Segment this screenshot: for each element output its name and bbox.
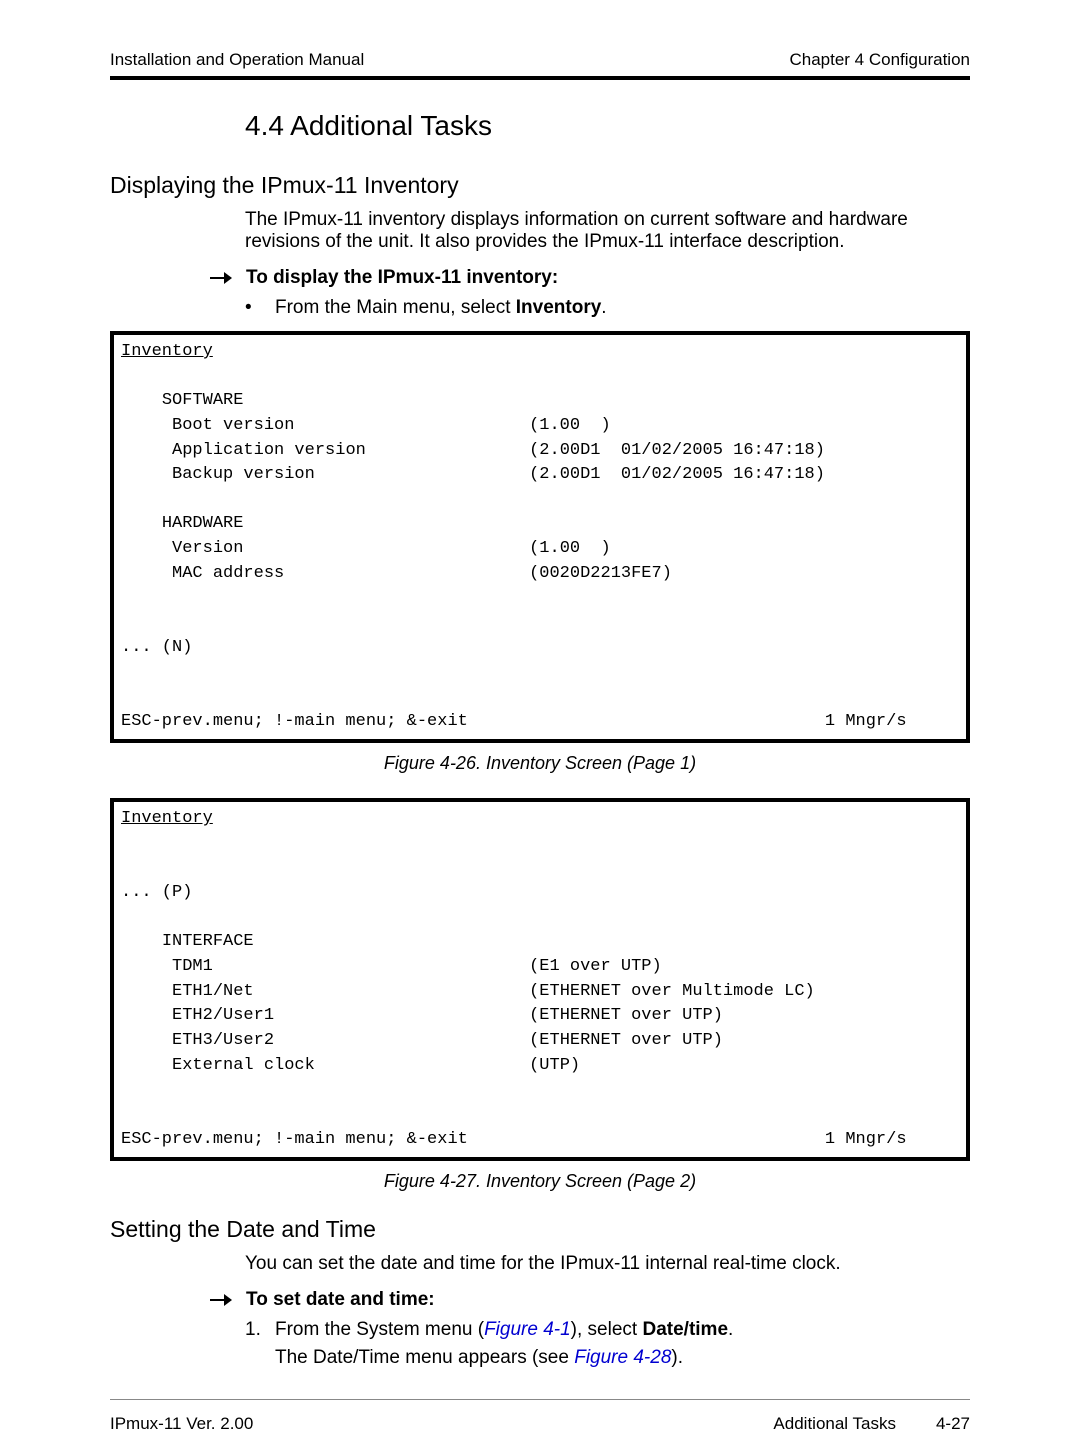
screen1-hw-ver-val: (1.00 ) bbox=[529, 539, 611, 558]
screen1-next: ... (N) bbox=[121, 638, 192, 657]
screen2-eth2-label: ETH2/User1 bbox=[172, 1006, 274, 1025]
header-right: Chapter 4 Configuration bbox=[789, 50, 970, 70]
sub2-step1-text: From the System menu (Figure 4-1), selec… bbox=[275, 1319, 733, 1341]
header-left: Installation and Operation Manual bbox=[110, 50, 364, 70]
sub2-cont-prefix: The Date/Time menu appears (see bbox=[275, 1347, 574, 1368]
sub2-arrow-line: To set date and time: bbox=[110, 1289, 970, 1311]
arrow-right-icon bbox=[210, 1293, 232, 1307]
screen2-title: Inventory bbox=[121, 809, 213, 828]
sub1-bullet: • From the Main menu, select Inventory. bbox=[110, 297, 970, 319]
screen2-iface-label: INTERFACE bbox=[162, 932, 254, 951]
screen1-footer-right: 1 Mngr/s bbox=[825, 712, 907, 731]
screen2-eth3-val: (ETHERNET over UTP) bbox=[529, 1031, 723, 1050]
sub2-para: You can set the date and time for the IP… bbox=[110, 1253, 970, 1275]
sub2-arrow-label: To set date and time: bbox=[246, 1289, 435, 1311]
screen1-footer-left: ESC-prev.menu; !-main menu; &-exit bbox=[121, 712, 468, 731]
page-footer: IPmux-11 Ver. 2.00 Additional Tasks 4-27 bbox=[110, 1414, 970, 1434]
footer-left: IPmux-11 Ver. 2.00 bbox=[110, 1414, 253, 1434]
screen2-clk-label: External clock bbox=[172, 1056, 315, 1075]
screen1-title: Inventory bbox=[121, 342, 213, 361]
bullet-icon: • bbox=[245, 297, 275, 319]
arrow-right-icon bbox=[210, 271, 232, 285]
sub2-step1-bold: Date/time bbox=[642, 1319, 728, 1340]
screen2-eth1-val: (ETHERNET over Multimode LC) bbox=[529, 982, 815, 1001]
sub1-para: The IPmux-11 inventory displays informat… bbox=[110, 209, 970, 253]
sub1-arrow-label: To display the IPmux-11 inventory: bbox=[246, 267, 558, 289]
footer-right-label: Additional Tasks bbox=[773, 1414, 896, 1434]
inventory-screen-2: Inventory ... (P) INTERFACE TDM1 (E1 ove… bbox=[110, 798, 970, 1161]
screen1-hw-ver-label: Version bbox=[172, 539, 243, 558]
screen2-clk-val: (UTP) bbox=[529, 1056, 580, 1075]
sub1-bullet-prefix: From the Main menu, select bbox=[275, 297, 516, 318]
screen1-mac-label: MAC address bbox=[172, 564, 284, 583]
footer-rule bbox=[110, 1399, 970, 1400]
page: Installation and Operation Manual Chapte… bbox=[0, 0, 1080, 1397]
screen1-mac-val: (0020D2213FE7) bbox=[529, 564, 672, 583]
sub1-bullet-text: From the Main menu, select Inventory. bbox=[275, 297, 607, 319]
screen2-tdm-val: (E1 over UTP) bbox=[529, 957, 662, 976]
screen1-boot-label: Boot version bbox=[172, 416, 294, 435]
sub2-cont-link[interactable]: Figure 4-28 bbox=[574, 1347, 671, 1368]
caption-1: Figure 4-26. Inventory Screen (Page 1) bbox=[110, 753, 970, 774]
screen1-app-val: (2.00D1 01/02/2005 16:47:18) bbox=[529, 441, 825, 460]
screen1-backup-val: (2.00D1 01/02/2005 16:47:18) bbox=[529, 465, 825, 484]
screen2-eth2-val: (ETHERNET over UTP) bbox=[529, 1006, 723, 1025]
sub2-step1-prefix: From the System menu ( bbox=[275, 1319, 484, 1340]
sub2-heading: Setting the Date and Time bbox=[110, 1216, 970, 1243]
screen2-eth1-label: ETH1/Net bbox=[172, 982, 254, 1001]
sub1-heading: Displaying the IPmux-11 Inventory bbox=[110, 172, 970, 199]
sub2-step1-link[interactable]: Figure 4-1 bbox=[484, 1319, 571, 1340]
screen1-software-label: SOFTWARE bbox=[162, 391, 244, 410]
sub1-bullet-suffix: . bbox=[601, 297, 606, 318]
header-rule bbox=[110, 76, 970, 80]
screen2-footer-left: ESC-prev.menu; !-main menu; &-exit bbox=[121, 1130, 468, 1149]
screen2-tdm-label: TDM1 bbox=[172, 957, 213, 976]
sub2-cont-suffix: ). bbox=[671, 1347, 683, 1368]
screen1-backup-label: Backup version bbox=[172, 465, 315, 484]
footer-right-group: Additional Tasks 4-27 bbox=[773, 1414, 970, 1434]
sub2-step1-cont: The Date/Time menu appears (see Figure 4… bbox=[110, 1347, 970, 1369]
page-header: Installation and Operation Manual Chapte… bbox=[110, 50, 970, 70]
caption-2: Figure 4-27. Inventory Screen (Page 2) bbox=[110, 1171, 970, 1192]
sub1-bullet-bold: Inventory bbox=[516, 297, 602, 318]
sub2-step1-mid: ), select bbox=[571, 1319, 643, 1340]
screen1-app-label: Application version bbox=[172, 441, 366, 460]
screen2-footer-right: 1 Mngr/s bbox=[825, 1130, 907, 1149]
screen1-boot-val: (1.00 ) bbox=[529, 416, 611, 435]
screen2-eth3-label: ETH3/User2 bbox=[172, 1031, 274, 1050]
section-title: 4.4 Additional Tasks bbox=[110, 110, 970, 142]
sub2-step1-suffix: . bbox=[728, 1319, 733, 1340]
sub2-step1: 1. From the System menu (Figure 4-1), se… bbox=[110, 1319, 970, 1341]
inventory-screen-1: Inventory SOFTWARE Boot version (1.00 ) … bbox=[110, 331, 970, 743]
screen2-prev: ... (P) bbox=[121, 883, 192, 902]
footer-pagenum: 4-27 bbox=[936, 1414, 970, 1434]
sub2-step1-num: 1. bbox=[245, 1319, 275, 1341]
sub1-arrow-line: To display the IPmux-11 inventory: bbox=[110, 267, 970, 289]
screen1-hardware-label: HARDWARE bbox=[162, 514, 244, 533]
